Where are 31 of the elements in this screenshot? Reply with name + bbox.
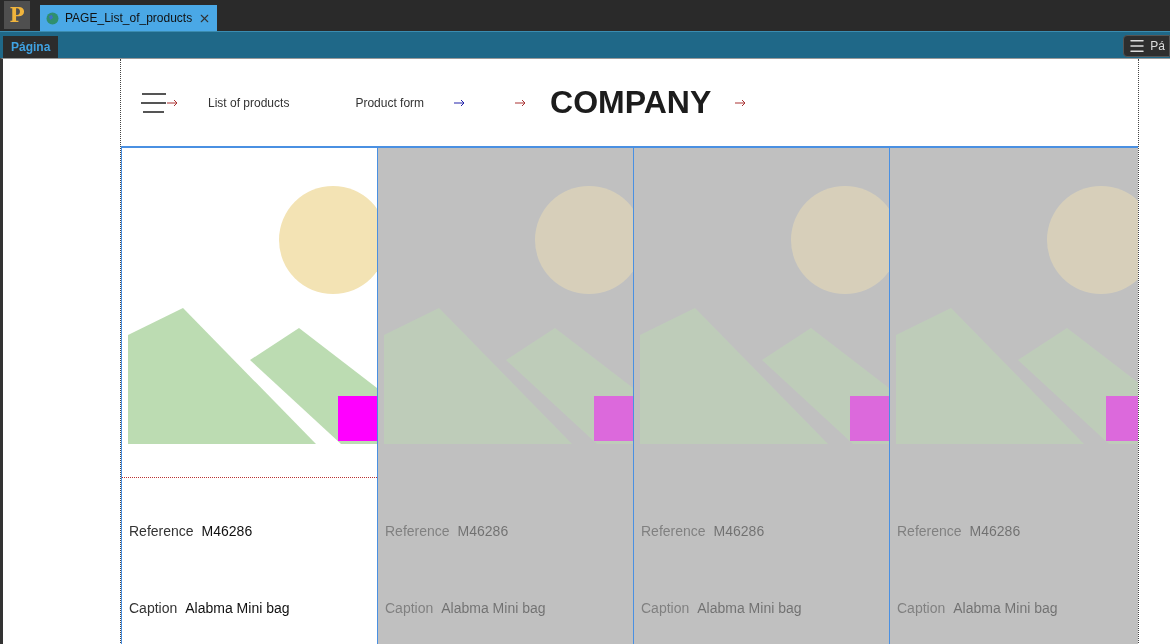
menu-icon	[1128, 37, 1147, 55]
panel-button[interactable]: Pá	[1123, 35, 1170, 57]
field-value: Alabma Mini bag	[441, 600, 546, 616]
arrow-icon	[515, 98, 527, 107]
arrow-icon	[454, 98, 466, 107]
app-logo[interactable]: P	[4, 1, 30, 29]
globe-icon	[46, 11, 59, 25]
field-value: Alabma Mini bag	[697, 600, 802, 616]
nav-link[interactable]: Product form	[355, 95, 425, 110]
arrow-icon	[735, 98, 747, 107]
field-label: Reference	[385, 522, 450, 539]
menu-icon[interactable]	[141, 90, 167, 115]
arrow-icon	[167, 98, 178, 107]
field-value: M46286	[713, 522, 765, 539]
ribbon-tab[interactable]: Página	[3, 36, 59, 58]
document-tab[interactable]: PAGE_List_of_products	[40, 5, 218, 31]
field-value: Alabma Mini bag	[185, 600, 290, 616]
field-label: Reference	[641, 522, 706, 539]
field-value: M46286	[201, 522, 253, 539]
field-label: Caption	[641, 600, 690, 616]
field-label: Caption	[897, 600, 946, 616]
field-label: Caption	[129, 600, 178, 616]
brand-title: COMPANY	[550, 84, 712, 121]
nav-link[interactable]: List of products	[208, 95, 290, 110]
field-value: M46286	[457, 522, 509, 539]
field-value: Alabma Mini bag	[953, 600, 1058, 616]
field-label: Reference	[129, 522, 194, 539]
field-label: Caption	[385, 600, 434, 616]
product-card[interactable]: Reference M46286 Caption Alabma Mini bag	[121, 148, 377, 644]
field-label: Reference	[897, 522, 962, 539]
field-value: M46286	[969, 522, 1021, 539]
